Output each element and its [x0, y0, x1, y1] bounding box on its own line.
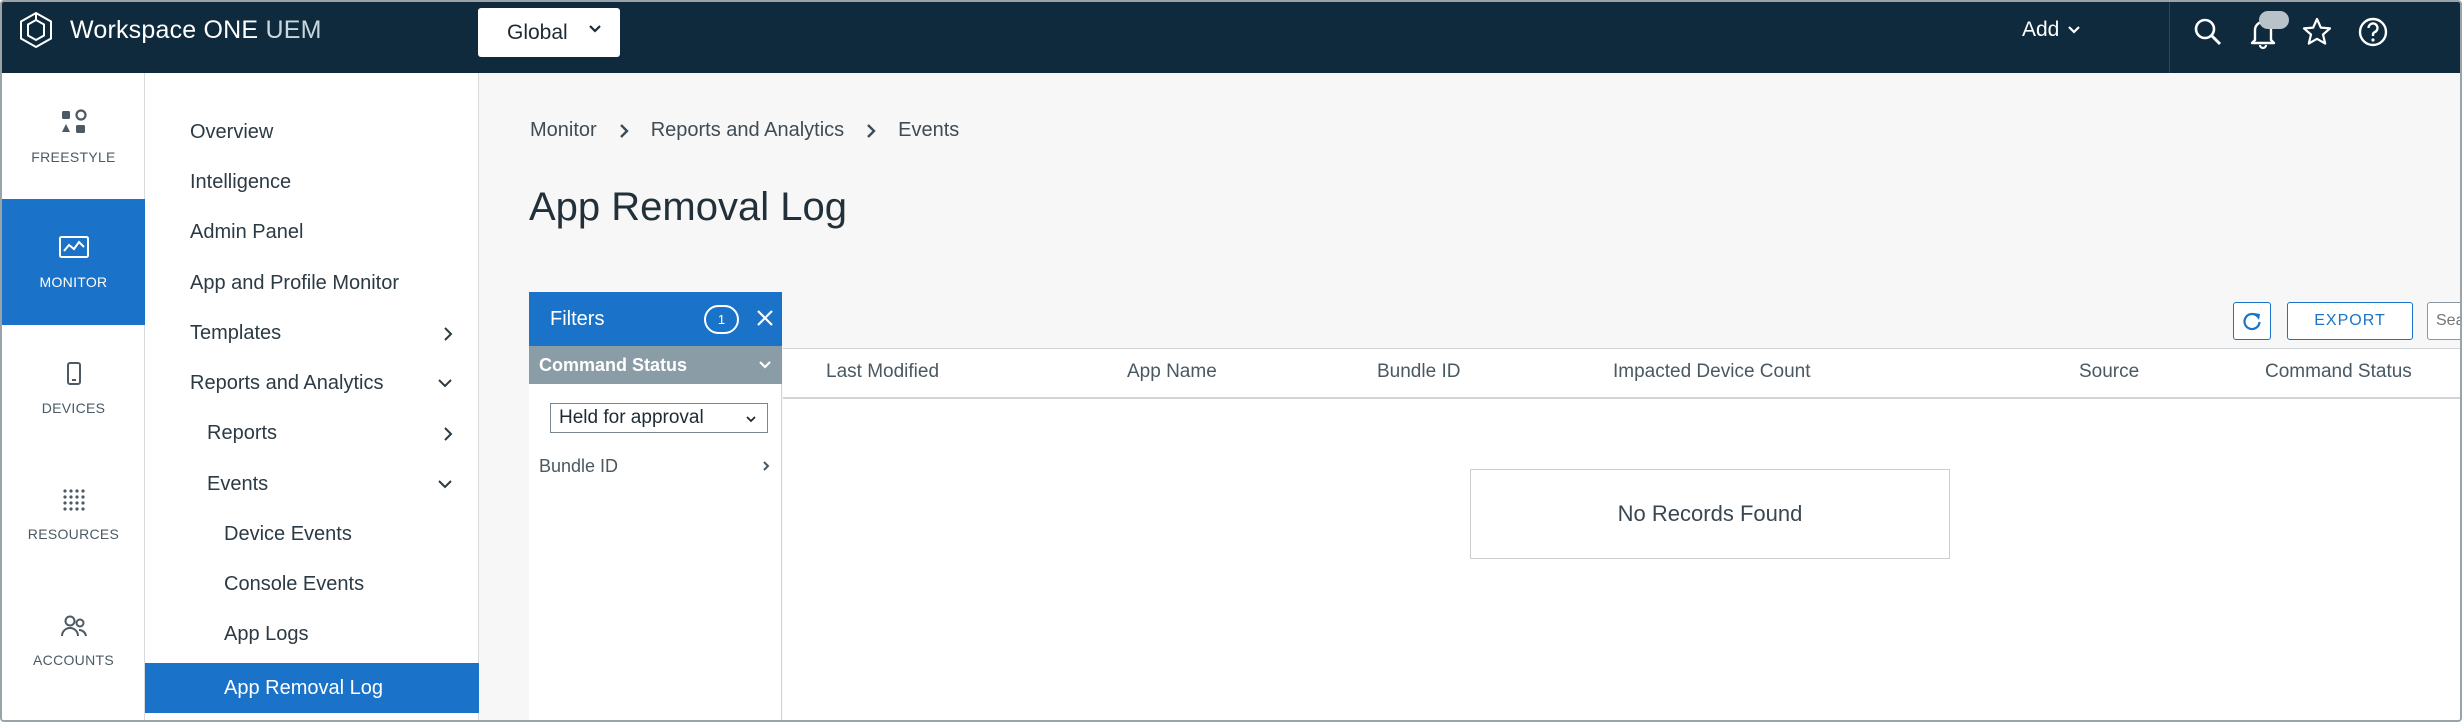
- nav-label: Device Events: [224, 522, 352, 545]
- chevron-down-icon: [2068, 26, 2081, 34]
- chevron-right-icon: [619, 123, 629, 138]
- nav-label: App and Profile Monitor: [190, 271, 400, 294]
- organization-group-selector[interactable]: Global: [478, 8, 620, 57]
- chevron-down-icon: [438, 379, 452, 388]
- nav-label: Reports and Analytics: [190, 371, 384, 394]
- column-header-impacted-device-count[interactable]: Impacted Device Count: [1613, 361, 1811, 383]
- rail-label-freestyle: FREESTYLE: [31, 149, 116, 165]
- chevron-down-icon: [759, 361, 771, 369]
- rail-label-monitor: MONITOR: [39, 274, 108, 290]
- command-status-select[interactable]: Held for approval: [550, 403, 768, 433]
- chevron-down-icon: [589, 25, 601, 33]
- rail-item-devices[interactable]: DEVICES: [2, 325, 145, 451]
- rail-item-accounts[interactable]: ACCOUNTS: [2, 577, 145, 703]
- monitor-icon: [58, 236, 89, 258]
- nav-item-app-removal-log[interactable]: App Removal Log: [145, 663, 479, 713]
- column-header-app-name[interactable]: App Name: [1127, 361, 1217, 383]
- filter-bundle-id[interactable]: Bundle ID: [539, 449, 782, 483]
- star-icon[interactable]: [2299, 14, 2335, 50]
- add-menu-label: Add: [2022, 18, 2060, 41]
- nav-item-device-events[interactable]: Device Events: [145, 509, 479, 559]
- chevron-down-icon: [746, 416, 756, 423]
- search-icon[interactable]: [2190, 14, 2226, 50]
- filters-header: Filters 1: [529, 292, 782, 346]
- notification-badge: [2259, 11, 2289, 29]
- search-input[interactable]: [2427, 302, 2460, 340]
- chevron-down-icon: [438, 480, 452, 489]
- help-icon[interactable]: [2355, 14, 2391, 50]
- breadcrumb: Monitor Reports and Analytics Events: [530, 119, 959, 142]
- rail-item-freestyle[interactable]: FREESTYLE: [2, 73, 145, 199]
- rail-item-monitor[interactable]: MONITOR: [2, 199, 145, 325]
- chevron-right-icon: [444, 427, 453, 441]
- brand-name: Workspace ONE UEM: [70, 16, 322, 45]
- nav-item-console-events[interactable]: Console Events: [145, 559, 479, 609]
- grid-header: Last Modified App Name Bundle ID Impacte…: [783, 349, 2460, 399]
- close-icon[interactable]: [755, 308, 775, 328]
- page-title: App Removal Log: [529, 185, 847, 229]
- filter-group-command-status[interactable]: Command Status: [529, 346, 782, 384]
- add-menu-button[interactable]: Add: [2022, 18, 2081, 42]
- nav-item-reports[interactable]: Reports: [145, 408, 479, 458]
- export-button[interactable]: EXPORT: [2287, 302, 2413, 340]
- filters-panel: Filters 1 Command Status Held for approv…: [529, 292, 782, 720]
- refresh-button[interactable]: [2233, 302, 2271, 340]
- workspace-one-logo-icon: [20, 11, 52, 49]
- nav-label: Admin Panel: [190, 220, 304, 243]
- brand[interactable]: Workspace ONE UEM: [16, 10, 322, 50]
- column-header-last-modified[interactable]: Last Modified: [826, 361, 939, 383]
- brand-product-name: Workspace ONE: [70, 15, 259, 44]
- empty-state-message: No Records Found: [1470, 469, 1950, 559]
- filter-group-label: Command Status: [539, 354, 688, 375]
- column-header-command-status[interactable]: Command Status: [2265, 361, 2412, 383]
- nav-item-app-logs[interactable]: App Logs: [145, 609, 479, 659]
- rail-item-resources[interactable]: RESOURCES: [2, 451, 145, 577]
- refresh-icon: [2243, 312, 2261, 331]
- nav-label: Templates: [190, 321, 282, 344]
- column-header-source[interactable]: Source: [2079, 361, 2139, 383]
- top-bar: Workspace ONE UEM Global Add: [2, 2, 2460, 73]
- breadcrumb-item-reports-and-analytics[interactable]: Reports and Analytics: [651, 119, 844, 142]
- primary-nav-rail: FREESTYLE MONITOR DEVICES RESOURCES ACCO…: [2, 73, 145, 720]
- nav-item-admin-panel[interactable]: Admin Panel: [145, 207, 479, 257]
- nav-label: App Removal Log: [224, 676, 383, 699]
- rail-label-devices: DEVICES: [41, 400, 106, 416]
- device-icon: [66, 362, 81, 385]
- nav-label: Console Events: [224, 572, 365, 595]
- chevron-right-icon: [763, 461, 770, 471]
- filter-bundle-label: Bundle ID: [539, 455, 619, 476]
- events-grid: Last Modified App Name Bundle ID Impacte…: [783, 348, 2460, 720]
- command-status-value: Held for approval: [559, 407, 704, 428]
- resources-icon: [62, 489, 85, 511]
- nav-label: Reports: [207, 421, 278, 444]
- app-window: Workspace ONE UEM Global Add FREESTYLE M…: [0, 0, 2462, 722]
- column-header-bundle-id[interactable]: Bundle ID: [1377, 361, 1460, 383]
- organization-group-label: Global: [507, 20, 568, 44]
- nav-label: Overview: [190, 120, 274, 143]
- rail-label-accounts: ACCOUNTS: [33, 652, 114, 668]
- nav-label: App Logs: [224, 622, 309, 645]
- nav-item-overview[interactable]: Overview: [145, 107, 479, 157]
- chevron-right-icon: [444, 327, 453, 341]
- breadcrumb-item-monitor[interactable]: Monitor: [530, 119, 597, 142]
- nav-item-intelligence[interactable]: Intelligence: [145, 157, 479, 207]
- filters-title: Filters: [550, 307, 605, 330]
- nav-item-templates[interactable]: Templates: [145, 308, 479, 358]
- accounts-icon: [60, 615, 87, 637]
- freestyle-icon: [61, 109, 87, 133]
- secondary-nav: Overview Intelligence Admin Panel App an…: [145, 73, 479, 720]
- nav-label: Events: [207, 472, 269, 495]
- filter-count-badge: 1: [704, 305, 739, 334]
- nav-item-app-and-profile-monitor[interactable]: App and Profile Monitor: [145, 258, 479, 308]
- brand-suffix: UEM: [265, 15, 322, 44]
- breadcrumb-item-events[interactable]: Events: [898, 119, 959, 142]
- rail-label-resources: RESOURCES: [27, 526, 120, 542]
- chevron-right-icon: [867, 123, 876, 138]
- main-content: Monitor Reports and Analytics Events App…: [479, 73, 2460, 720]
- header-divider: [2169, 2, 2170, 73]
- nav-item-reports-and-analytics[interactable]: Reports and Analytics: [145, 358, 479, 408]
- nav-label: Intelligence: [190, 170, 292, 193]
- nav-item-events[interactable]: Events: [145, 459, 479, 509]
